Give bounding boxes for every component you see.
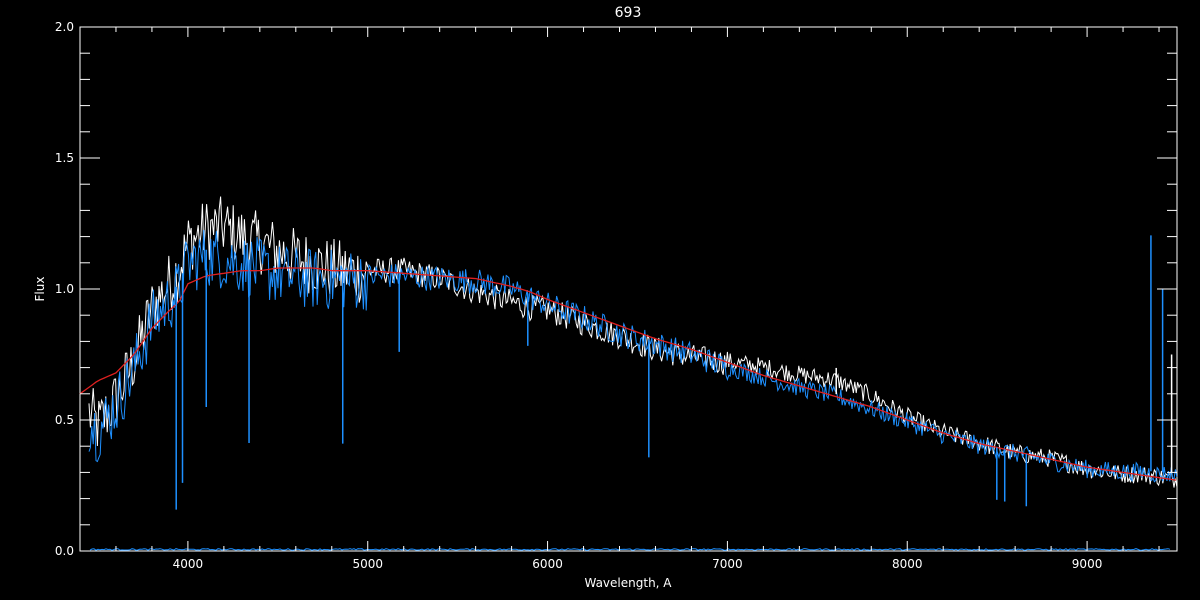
x-tick-label: 4000 <box>173 557 204 571</box>
series-line-white-noisy <box>88 196 1178 488</box>
chart-title: 693 <box>615 5 642 21</box>
baseline-series <box>89 548 1171 551</box>
series-layer <box>79 196 1178 551</box>
y-tick-label: 1.5 <box>55 151 74 165</box>
x-tick-label: 9000 <box>1072 557 1103 571</box>
series-line-blue-noisy <box>88 229 1178 483</box>
y-axis-label: Flux <box>33 277 47 302</box>
x-tick-label: 7000 <box>712 557 743 571</box>
chart-svg: 4000 5000 6000 7000 8000 90000.00.51.01.52.0 … <box>33 5 1178 590</box>
series-line-red-model <box>79 267 1177 481</box>
x-tick-label: 8000 <box>892 557 923 571</box>
y-tick-label: 2.0 <box>55 20 74 34</box>
x-tick-label: 5000 <box>352 557 383 571</box>
spectrum-chart: 4000 5000 6000 7000 8000 9000 0.0 0.5 1.0 1.5 2.0 … <box>0 0 1200 600</box>
tick-layer: 4000 5000 6000 7000 8000 9000 0.0 0.5 1.0 1.5 2.0 <box>55 20 1177 571</box>
y-tick-label: 1.0 <box>55 282 74 296</box>
y-tick-label: 0.0 <box>55 544 74 558</box>
x-tick-label: 6000 <box>532 557 563 571</box>
x-axis-label: Wavelength, A <box>584 576 672 590</box>
plot-frame <box>79 26 1178 552</box>
y-tick-label: 0.5 <box>55 413 74 427</box>
